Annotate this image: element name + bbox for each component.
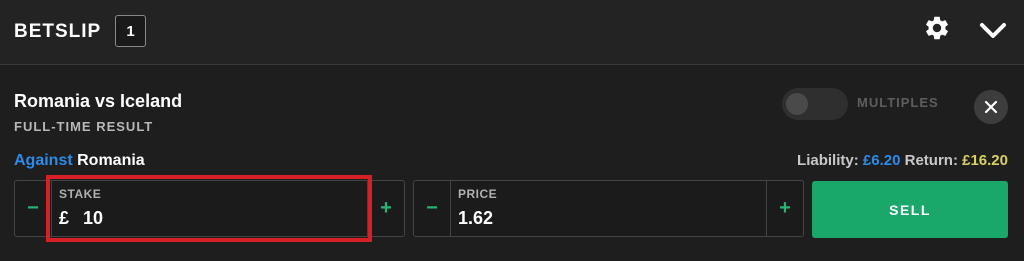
liability-value: £6.20 [862, 152, 901, 169]
selection-line: Against Romania [14, 152, 145, 170]
betslip-title: BETSLIP [14, 21, 102, 42]
price-stepper: − PRICE + [413, 180, 804, 237]
close-icon [984, 100, 998, 114]
gear-icon [926, 16, 948, 40]
price-increase-button[interactable]: + [767, 181, 803, 236]
divider [51, 181, 52, 236]
market-name: FULL-TIME RESULT [14, 119, 154, 134]
liability-label: Liability: [797, 152, 859, 169]
price-label: PRICE [458, 187, 498, 201]
multiples-toggle[interactable] [782, 88, 848, 120]
stake-input[interactable] [83, 208, 383, 229]
price-input[interactable] [458, 208, 758, 229]
collapse-button[interactable] [976, 16, 1010, 46]
bet-count-badge: 1 [115, 15, 146, 47]
remove-bet-button[interactable] [974, 90, 1008, 124]
bet-financials: Liability: £6.20 Return: £16.20 [797, 152, 1008, 169]
settings-button[interactable] [921, 12, 953, 44]
toggle-knob [786, 93, 808, 115]
stake-stepper: − STAKE £ + [14, 180, 405, 237]
currency-symbol: £ [59, 208, 70, 228]
event-title: Romania vs Iceland [14, 91, 183, 111]
return-label: Return: [904, 152, 958, 169]
return-value: £16.20 [962, 152, 1008, 169]
selection-name: Romania [77, 152, 145, 169]
chevron-down-icon [980, 23, 1006, 38]
multiples-label: MULTIPLES [857, 95, 939, 110]
bet-side-label: Against [14, 152, 73, 169]
stake-increase-button[interactable]: + [368, 181, 404, 236]
divider [450, 181, 451, 236]
stake-decrease-button[interactable]: − [15, 181, 51, 236]
stake-label: STAKE [59, 187, 102, 201]
betslip-header: BETSLIP 1 [0, 0, 1024, 65]
price-decrease-button[interactable]: − [414, 181, 450, 236]
sell-button[interactable]: SELL [812, 181, 1008, 238]
